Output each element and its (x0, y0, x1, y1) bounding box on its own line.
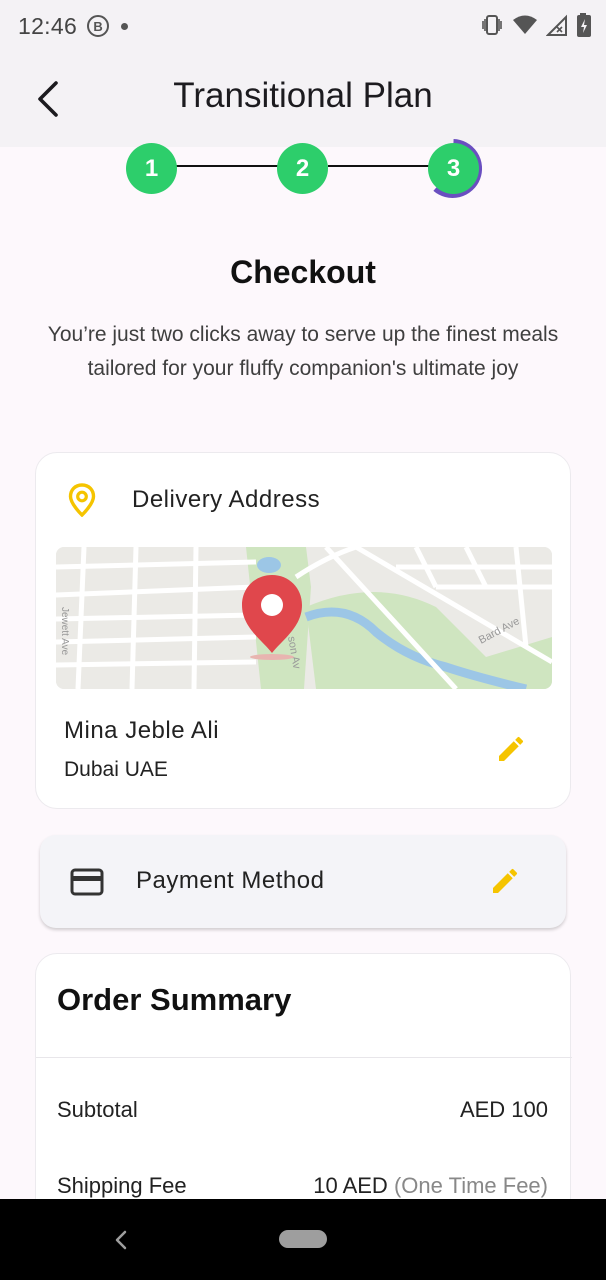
battery-icon (577, 13, 591, 37)
checkout-stepper: 1 2 3 (0, 138, 606, 198)
shipping-fee-note: (One Time Fee) (393, 1173, 548, 1198)
map-graphic: Jewett Ave Bard Ave son Av (56, 547, 552, 689)
notification-b-icon: B (87, 15, 110, 37)
order-summary-title: Order Summary (57, 982, 292, 1017)
notification-dot-icon (121, 22, 129, 30)
edit-payment-button[interactable] (485, 861, 525, 901)
step-1[interactable]: 1 (126, 143, 177, 194)
payment-method-card[interactable]: Payment Method (40, 835, 566, 928)
signal-icon (546, 14, 567, 36)
location-pin-icon (68, 483, 96, 517)
shipping-fee-value: 10 AED (One Time Fee) (313, 1173, 548, 1199)
delivery-map[interactable]: Jewett Ave Bard Ave son Av (56, 547, 552, 689)
status-bar: 12:46 B (0, 0, 606, 52)
credit-card-icon (70, 868, 104, 896)
nav-home-button[interactable] (279, 1230, 327, 1248)
delivery-header: Delivery Address (68, 483, 320, 517)
wifi-icon (513, 15, 537, 34)
nav-back-icon[interactable] (108, 1227, 134, 1253)
step-connector (176, 165, 278, 167)
delivery-name: Mina Jeble Ali (64, 717, 220, 744)
subtotal-label: Subtotal (57, 1097, 138, 1122)
delivery-address-label: Delivery Address (132, 486, 321, 513)
map-street-label: Jewett Ave (59, 607, 70, 656)
divider (36, 1057, 572, 1058)
app-bar: Transitional Plan (0, 52, 606, 147)
checkout-title: Checkout (230, 254, 376, 290)
step-2[interactable]: 2 (277, 143, 328, 194)
step-connector (328, 165, 430, 167)
checkout-description: You’re just two clicks away to serve up … (47, 323, 559, 380)
pencil-icon (499, 736, 524, 761)
shipping-fee-amount: 10 AED (313, 1173, 388, 1198)
vibrate-icon (482, 15, 502, 35)
edit-address-button[interactable] (491, 729, 531, 769)
step-3[interactable]: 3 (428, 143, 479, 194)
status-time: 12:46 (18, 12, 78, 39)
delivery-city: Dubai UAE (64, 758, 168, 781)
delivery-address-card: Delivery Address Jewett Ave Bard Ave son… (35, 452, 571, 809)
payment-method-label: Payment Method (136, 867, 325, 894)
pencil-icon (493, 868, 518, 893)
subtotal-value: AED 100 (460, 1097, 548, 1123)
subtotal-amount: AED 100 (459, 1097, 548, 1122)
shipping-fee-label: Shipping Fee (57, 1173, 187, 1198)
page-title: Transitional Plan (173, 76, 433, 115)
status-icons (480, 12, 592, 38)
system-nav-bar (0, 1199, 606, 1280)
